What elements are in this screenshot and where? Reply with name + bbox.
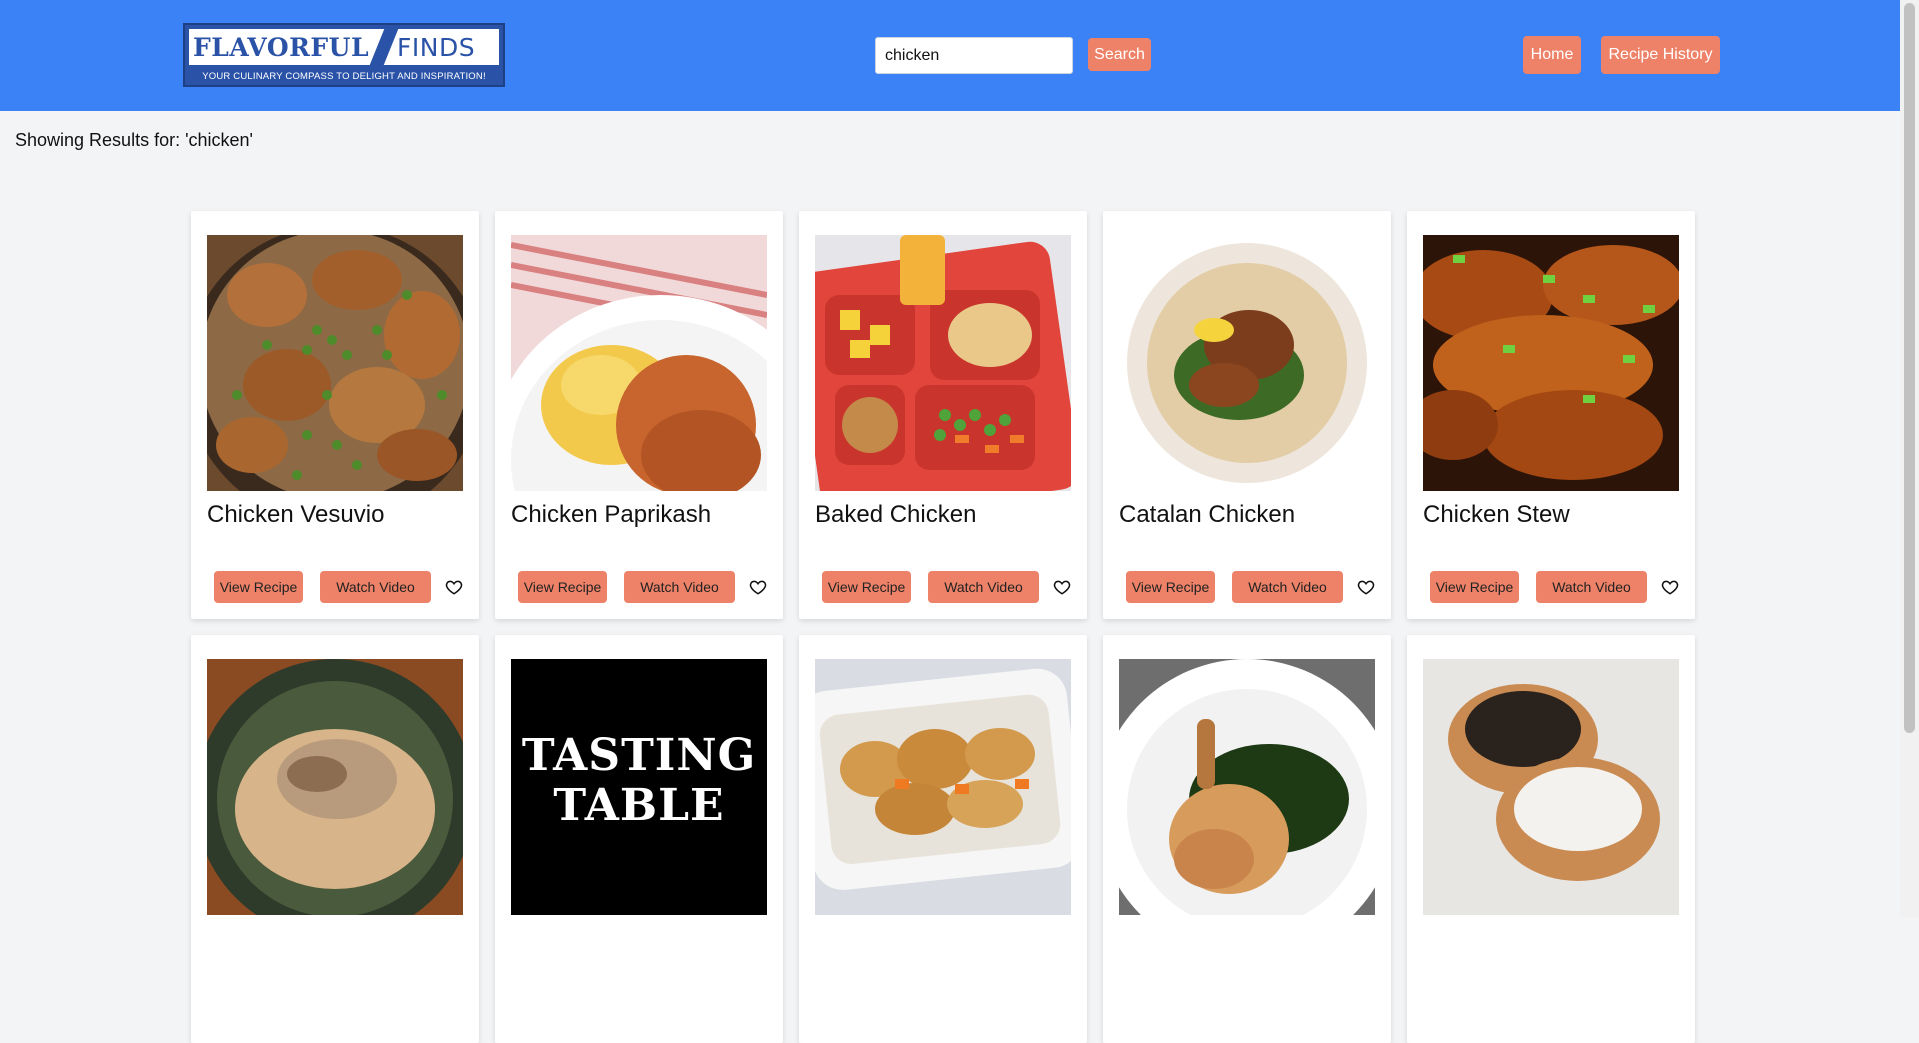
- recipe-image[interactable]: [1119, 235, 1375, 491]
- recipe-card: Baked Chicken View Recipe Watch Video: [799, 211, 1087, 619]
- recipe-card: Chicken Vesuvio View Recipe Watch Video: [191, 211, 479, 619]
- recipe-image[interactable]: [815, 659, 1071, 915]
- home-button[interactable]: Home: [1523, 36, 1581, 74]
- recipe-card: [799, 635, 1087, 1043]
- watch-video-button[interactable]: Watch Video: [1232, 571, 1343, 603]
- scrollbar-thumb[interactable]: [1904, 3, 1915, 733]
- recipe-image[interactable]: TASTING TABLE: [511, 659, 767, 915]
- recipe-title[interactable]: Baked Chicken: [815, 501, 976, 529]
- recipe-image[interactable]: [1119, 659, 1375, 915]
- view-recipe-button[interactable]: View Recipe: [822, 571, 911, 603]
- results-heading: Showing Results for: 'chicken': [15, 130, 253, 150]
- watch-video-button[interactable]: Watch Video: [1536, 571, 1647, 603]
- recipe-history-button[interactable]: Recipe History: [1601, 36, 1720, 74]
- recipe-image[interactable]: [815, 235, 1071, 491]
- image-text-line-1: TASTING: [521, 730, 757, 781]
- logo-wordmark: FLAVORFUL FINDS: [189, 27, 499, 67]
- watch-video-button[interactable]: Watch Video: [624, 571, 735, 603]
- view-recipe-button[interactable]: View Recipe: [518, 571, 607, 603]
- recipe-grid: Chicken Vesuvio View Recipe Watch Video …: [191, 211, 1696, 1043]
- heart-outline-icon[interactable]: [1357, 578, 1375, 596]
- heart-outline-icon[interactable]: [1661, 578, 1679, 596]
- recipe-card: Catalan Chicken View Recipe Watch Video: [1103, 211, 1391, 619]
- recipe-card: TASTING TABLE: [495, 635, 783, 1043]
- recipe-title[interactable]: Chicken Paprikash: [511, 501, 711, 529]
- logo-word-2: FINDS: [397, 32, 476, 62]
- recipe-card: [1407, 635, 1695, 1043]
- heart-outline-icon[interactable]: [445, 578, 463, 596]
- heart-outline-icon[interactable]: [749, 578, 767, 596]
- logo-tagline: YOUR CULINARY COMPASS TO DELIGHT AND INS…: [202, 71, 486, 82]
- recipe-image[interactable]: [1423, 659, 1679, 915]
- header-bar: FLAVORFUL FINDS YOUR CULINARY COMPASS TO…: [0, 0, 1900, 111]
- recipe-image[interactable]: [207, 235, 463, 491]
- search-input[interactable]: [875, 37, 1073, 74]
- recipe-card: Chicken Stew View Recipe Watch Video: [1407, 211, 1695, 619]
- site-logo[interactable]: FLAVORFUL FINDS YOUR CULINARY COMPASS TO…: [183, 23, 505, 87]
- vertical-scrollbar[interactable]: [1900, 0, 1919, 917]
- logo-slash-mark: [368, 27, 400, 67]
- recipe-title[interactable]: Chicken Vesuvio: [207, 501, 384, 529]
- logo-word-1: FLAVORFUL: [193, 32, 370, 62]
- image-text-line-2: TABLE: [553, 780, 725, 831]
- recipe-image[interactable]: [1423, 235, 1679, 491]
- watch-video-button[interactable]: Watch Video: [928, 571, 1039, 603]
- heart-outline-icon[interactable]: [1053, 578, 1071, 596]
- view-recipe-button[interactable]: View Recipe: [1126, 571, 1215, 603]
- recipe-title[interactable]: Chicken Stew: [1423, 501, 1570, 529]
- recipe-card: [1103, 635, 1391, 1043]
- search-button[interactable]: Search: [1088, 38, 1151, 71]
- watch-video-button[interactable]: Watch Video: [320, 571, 431, 603]
- view-recipe-button[interactable]: View Recipe: [1430, 571, 1519, 603]
- recipe-card: [191, 635, 479, 1043]
- recipe-image[interactable]: [511, 235, 767, 491]
- recipe-title[interactable]: Catalan Chicken: [1119, 501, 1295, 529]
- recipe-image[interactable]: [207, 659, 463, 915]
- recipe-card: Chicken Paprikash View Recipe Watch Vide…: [495, 211, 783, 619]
- view-recipe-button[interactable]: View Recipe: [214, 571, 303, 603]
